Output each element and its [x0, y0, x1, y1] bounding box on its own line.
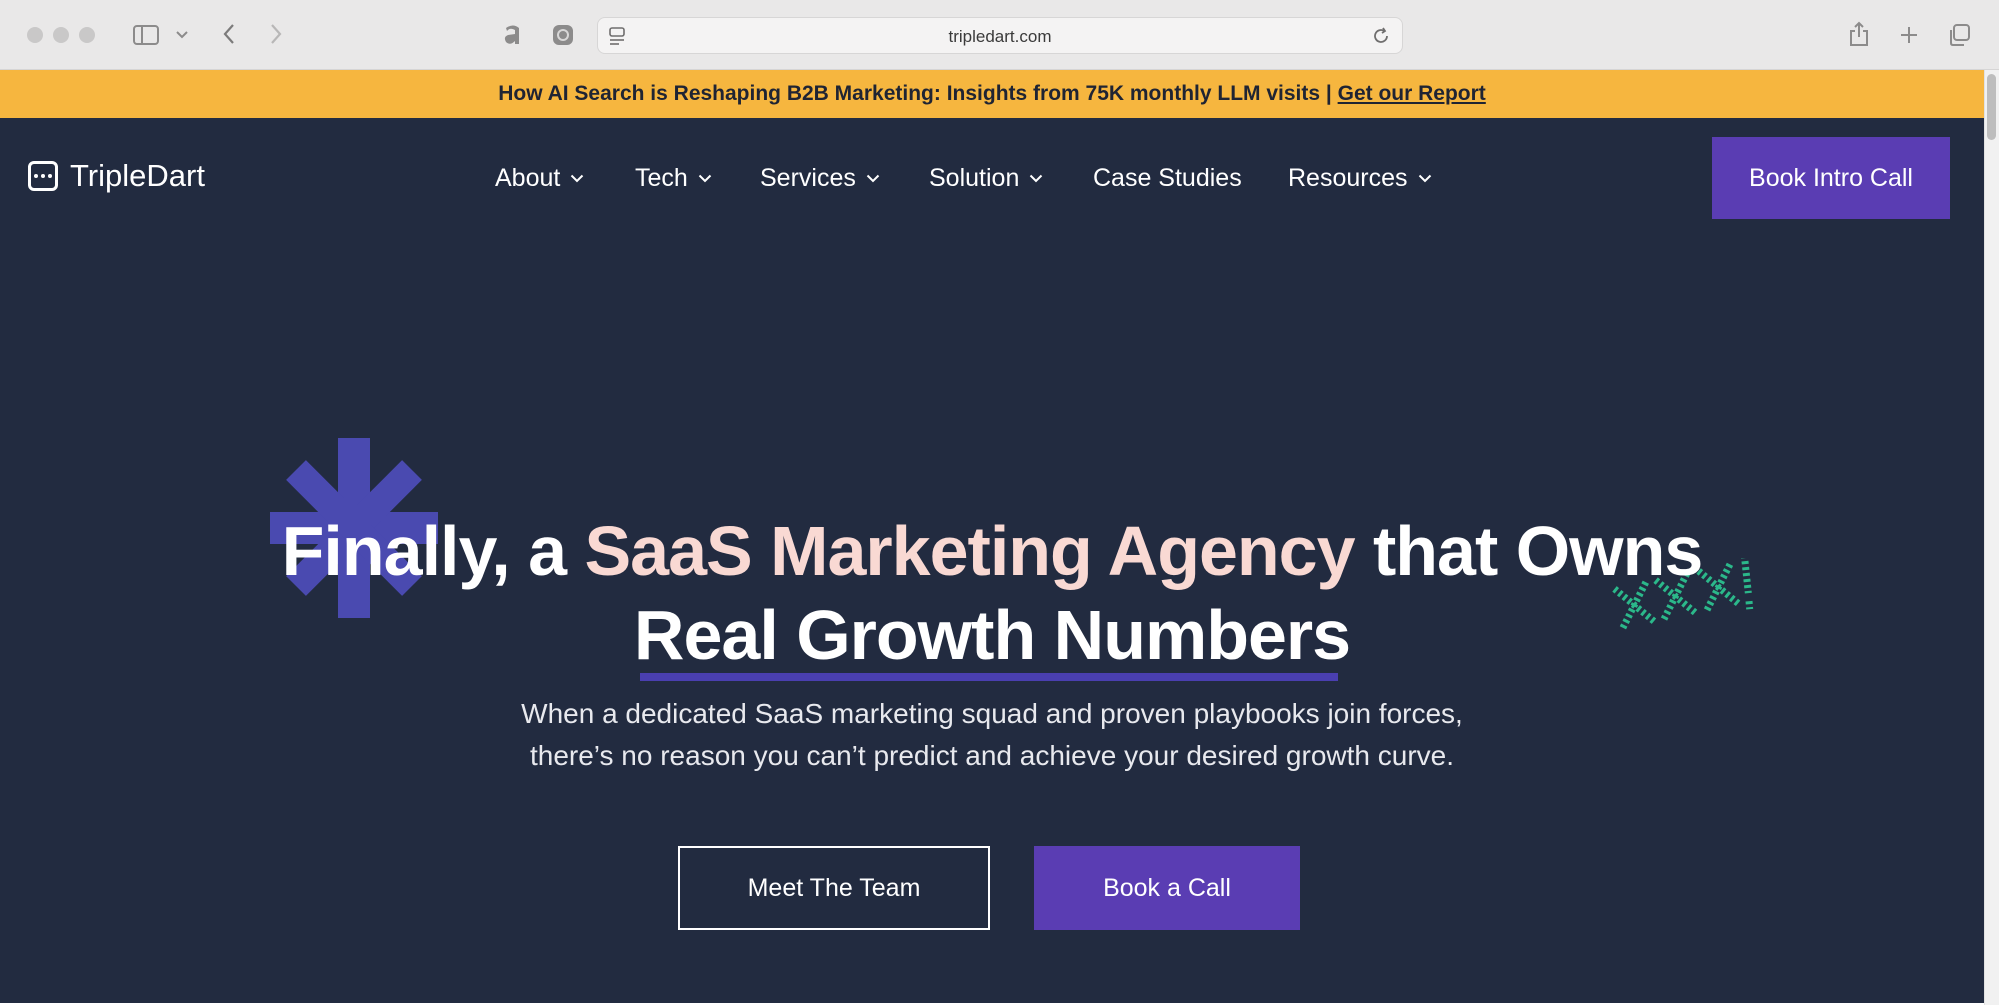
hero-headline-line1: Finally, a SaaS Marketing Agency that Ow…	[0, 511, 1984, 591]
meet-the-team-button[interactable]: Meet The Team	[678, 846, 990, 930]
nav-item-services[interactable]: Services	[760, 164, 880, 193]
logo-icon	[28, 161, 58, 191]
reload-icon[interactable]	[1372, 27, 1390, 45]
nav-label: Solution	[929, 164, 1020, 192]
close-window-button[interactable]	[27, 27, 43, 43]
url-text[interactable]: tripledart.com	[598, 27, 1402, 47]
chevron-down-icon	[698, 174, 712, 183]
logo[interactable]: TripleDart	[28, 158, 205, 194]
announcement-text: How AI Search is Reshaping B2B Marketing…	[498, 82, 1332, 105]
address-bar[interactable]: tripledart.com	[597, 17, 1403, 54]
headline-text: that Owns	[1354, 512, 1703, 590]
scrollbar-thumb[interactable]	[1987, 74, 1996, 140]
chevron-down-icon	[866, 174, 880, 183]
plus-icon[interactable]	[1898, 24, 1920, 46]
chevron-down-icon[interactable]	[176, 30, 188, 40]
book-intro-call-button[interactable]: Book Intro Call	[1712, 137, 1950, 219]
minimize-window-button[interactable]	[53, 27, 69, 43]
hero-headline-line2: Real Growth Numbers	[633, 596, 1351, 674]
nav-item-solution[interactable]: Solution	[929, 164, 1043, 193]
nav-item-case-studies[interactable]: Case Studies	[1093, 164, 1242, 193]
nav-label: Resources	[1288, 164, 1408, 192]
nav-label: Case Studies	[1093, 164, 1242, 192]
hero-section: TripleDart About Tech Services Solution …	[0, 118, 1984, 1005]
nav-label: About	[495, 164, 561, 192]
extension-icon[interactable]	[502, 22, 524, 46]
chevron-down-icon	[1418, 174, 1431, 183]
hero-subtitle-line1: When a dedicated SaaS marketing squad an…	[521, 698, 1463, 729]
sidebar-icon[interactable]	[133, 24, 159, 46]
zoom-window-button[interactable]	[79, 27, 95, 43]
tabs-icon[interactable]	[1947, 23, 1971, 47]
nav-label: Tech	[635, 164, 688, 192]
headline-accent-text: SaaS Marketing Agency	[584, 512, 1355, 590]
headline-underline	[640, 673, 1338, 681]
nav-item-resources[interactable]: Resources	[1288, 164, 1432, 193]
chevron-right-icon[interactable]	[268, 22, 284, 46]
nav-label: Services	[760, 164, 856, 192]
chevron-down-icon	[571, 174, 584, 183]
chevron-down-icon	[1030, 174, 1043, 183]
nav-item-tech[interactable]: Tech	[635, 164, 712, 193]
browser-toolbar: tripledart.com	[0, 0, 1999, 70]
scrollbar-track[interactable]	[1984, 70, 1999, 1005]
get-report-link[interactable]: Get our Report	[1338, 82, 1486, 105]
share-icon[interactable]	[1848, 20, 1870, 48]
book-a-call-button[interactable]: Book a Call	[1034, 846, 1300, 930]
chevron-left-icon[interactable]	[221, 22, 237, 46]
headline-text: Finally, a	[281, 512, 585, 590]
hero-subtitle-line2: there’s no reason you can’t predict and …	[529, 740, 1454, 771]
nav-item-about[interactable]: About	[495, 164, 584, 193]
announcement-bar: How AI Search is Reshaping B2B Marketing…	[0, 70, 1984, 118]
logo-text: TripleDart	[70, 158, 205, 193]
record-icon[interactable]	[552, 24, 574, 46]
